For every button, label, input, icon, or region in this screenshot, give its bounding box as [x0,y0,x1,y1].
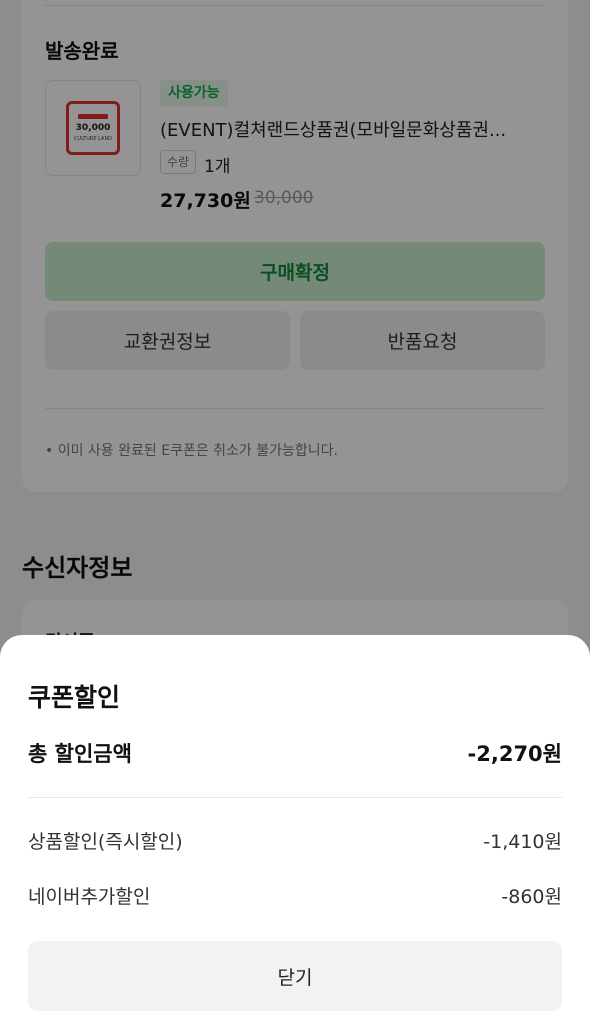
close-button[interactable]: 닫기 [28,941,562,1011]
sheet-divider [28,797,562,798]
total-discount-label: 총 할인금액 [28,742,132,766]
discount-label: 상품할인(즉시할인) [28,831,183,853]
discount-value: -860원 [501,886,562,908]
discount-label: 네이버추가할인 [28,886,151,908]
discount-row: 상품할인(즉시할인) -1,410원 [28,827,562,854]
sheet-title: 쿠폰할인 [28,683,121,712]
discount-row: 네이버추가할인 -860원 [28,882,562,909]
order-detail-screen: 발송완료 30,000 CULTURE LAND 사용가능 (EVENT)컬쳐랜… [0,0,590,1024]
coupon-discount-sheet: 쿠폰할인 총 할인금액 -2,270원 상품할인(즉시할인) -1,410원 네… [0,635,590,1024]
total-discount-row: 총 할인금액 -2,270원 [28,738,562,768]
discount-value: -1,410원 [483,831,562,853]
total-discount-value: -2,270원 [467,742,562,766]
